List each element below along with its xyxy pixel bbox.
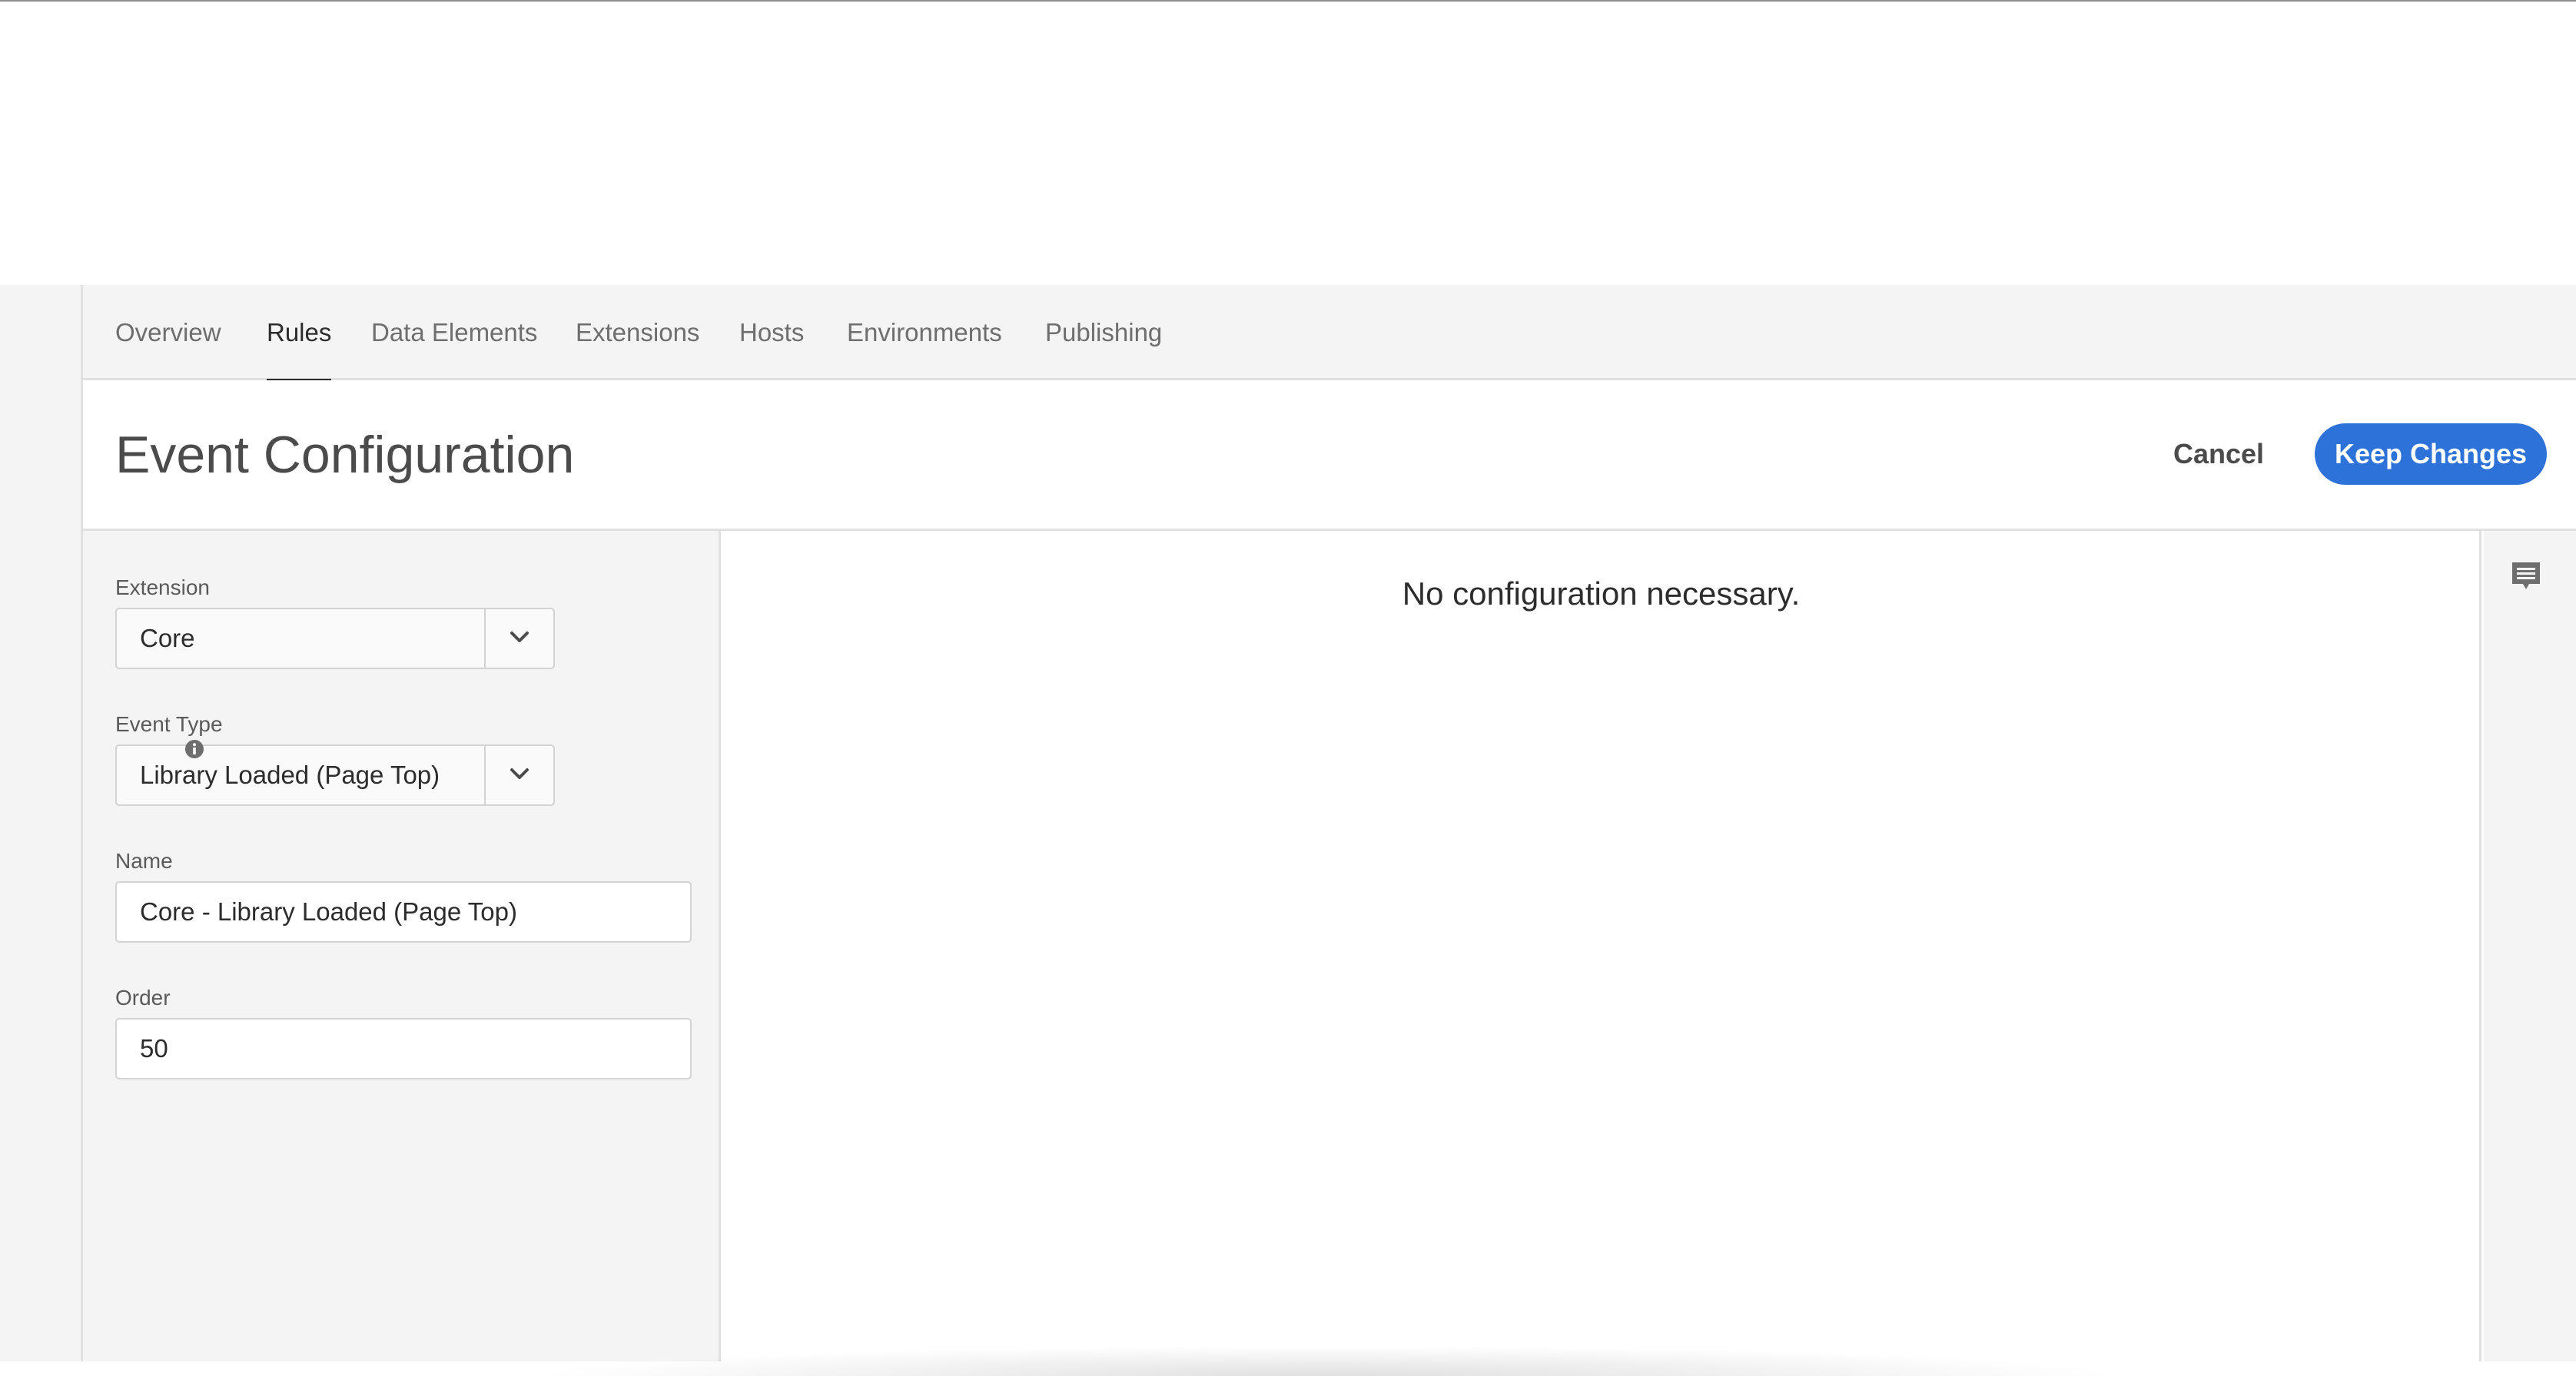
name-field[interactable] bbox=[115, 881, 692, 943]
cancel-button[interactable]: Cancel bbox=[2173, 423, 2264, 485]
chevron-down-icon bbox=[510, 768, 529, 779]
name-label: Name bbox=[115, 849, 173, 873]
chevron-down-icon bbox=[510, 632, 529, 642]
bottom-shadow bbox=[529, 1345, 2127, 1376]
extension-label: Extension bbox=[115, 575, 210, 599]
event-type-label: Event Type bbox=[115, 712, 223, 736]
tab-hosts[interactable]: Hosts bbox=[739, 285, 804, 380]
event-type-select-toggle[interactable] bbox=[484, 746, 553, 804]
property-tabbar: Overview Rules Data Elements Extensions … bbox=[83, 285, 2576, 383]
tab-rules[interactable]: Rules bbox=[267, 285, 332, 383]
event-type-select[interactable]: Library Loaded (Page Top) bbox=[115, 744, 555, 806]
order-label: Order bbox=[115, 986, 171, 1010]
tab-overview[interactable]: Overview bbox=[115, 285, 221, 380]
tab-data-elements[interactable]: Data Elements bbox=[371, 285, 537, 380]
comment-icon[interactable] bbox=[2510, 560, 2542, 594]
left-rail bbox=[0, 285, 83, 1361]
page-title: Event Configuration bbox=[115, 426, 575, 484]
info-icon[interactable] bbox=[184, 739, 204, 759]
extension-select-toggle[interactable] bbox=[484, 609, 553, 668]
event-config-main: No configuration necessary. bbox=[723, 531, 2481, 1361]
tab-extensions[interactable]: Extensions bbox=[576, 285, 699, 380]
event-settings-panel: Extension Core Event Type Library Loaded… bbox=[83, 531, 721, 1361]
no-config-message: No configuration necessary. bbox=[1402, 575, 1801, 612]
page-header: Event Configuration Cancel Keep Changes bbox=[83, 380, 2576, 531]
tab-environments[interactable]: Environments bbox=[847, 285, 1002, 380]
app-container: Overview Rules Data Elements Extensions … bbox=[83, 285, 2576, 1376]
extension-select-value: Core bbox=[140, 624, 195, 652]
top-blank-area bbox=[0, 2, 2576, 285]
keep-changes-button[interactable]: Keep Changes bbox=[2315, 423, 2547, 485]
extension-select[interactable]: Core bbox=[115, 608, 555, 669]
tab-publishing[interactable]: Publishing bbox=[1045, 285, 1162, 380]
order-field[interactable] bbox=[115, 1018, 692, 1079]
right-rail bbox=[2484, 531, 2576, 1361]
